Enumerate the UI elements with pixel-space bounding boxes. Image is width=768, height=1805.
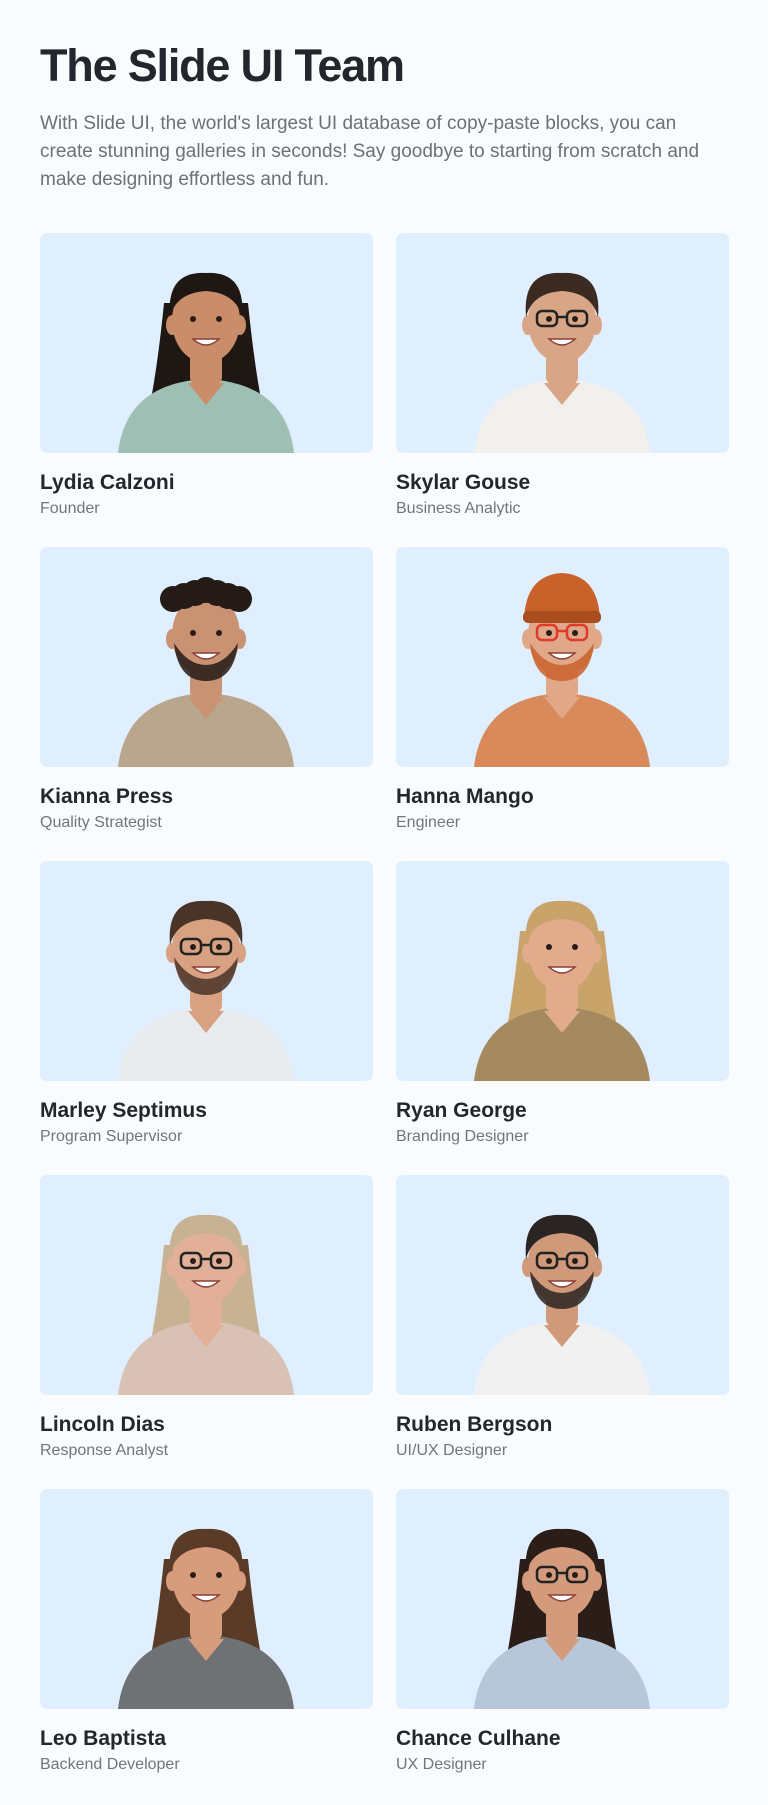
ear-shape <box>166 943 178 963</box>
eye-shape <box>546 1572 552 1578</box>
ear-shape <box>166 315 178 335</box>
ear-shape <box>234 943 246 963</box>
member-photo <box>396 547 729 767</box>
member-photo <box>40 861 373 1081</box>
eye-shape <box>190 1572 196 1578</box>
ear-shape <box>590 1257 602 1277</box>
eye-shape <box>190 630 196 636</box>
member-role: Response Analyst <box>40 1442 169 1459</box>
portrait-image <box>474 900 650 1081</box>
eye-shape <box>216 1572 222 1578</box>
ear-shape <box>166 1571 178 1591</box>
team-card[interactable]: Kianna Press Quality Strategist <box>40 547 373 834</box>
member-photo <box>396 1489 729 1709</box>
member-photo <box>396 1175 729 1395</box>
ear-shape <box>590 1571 602 1591</box>
eye-shape <box>572 944 578 950</box>
team-card[interactable]: Lydia Calzoni Founder <box>40 233 373 520</box>
eye-shape <box>572 316 578 322</box>
ear-shape <box>234 315 246 335</box>
member-name: Ruben Bergson <box>396 1413 553 1436</box>
eye-shape <box>190 944 196 950</box>
eye-shape <box>546 316 552 322</box>
member-role: Founder <box>40 500 100 517</box>
eye-shape <box>572 1572 578 1578</box>
ear-shape <box>522 1571 534 1591</box>
page-title: The Slide UI Team <box>40 40 405 91</box>
ear-shape <box>590 629 602 649</box>
eye-shape <box>216 316 222 322</box>
member-role: Quality Strategist <box>40 814 162 831</box>
eye-shape <box>572 1258 578 1264</box>
portrait-image <box>474 272 650 453</box>
member-name: Chance Culhane <box>396 1727 561 1750</box>
member-photo <box>40 1489 373 1709</box>
hair-curl <box>226 586 252 612</box>
member-photo <box>396 861 729 1081</box>
ear-shape <box>234 1571 246 1591</box>
member-photo <box>40 1175 373 1395</box>
team-card[interactable]: Marley Septimus Program Supervisor <box>40 861 373 1148</box>
team-section: The Slide UI Team With Slide UI, the wor… <box>0 0 768 1776</box>
ear-shape <box>234 629 246 649</box>
member-name: Marley Septimus <box>40 1099 207 1122</box>
member-role: Business Analytic <box>396 500 521 517</box>
portrait-image <box>118 577 294 767</box>
member-name: Lydia Calzoni <box>40 471 175 494</box>
team-card[interactable]: Ryan George Branding Designer <box>396 861 729 1148</box>
member-role: Engineer <box>396 814 461 831</box>
eye-shape <box>216 1258 222 1264</box>
team-card[interactable]: Lincoln Dias Response Analyst <box>40 1175 373 1462</box>
member-role: UX Designer <box>396 1756 487 1773</box>
member-name: Lincoln Dias <box>40 1413 165 1436</box>
team-grid: Lydia Calzoni Founder Skylar Gouse Busin… <box>40 233 729 1776</box>
member-name: Kianna Press <box>40 785 174 808</box>
eye-shape <box>190 316 196 322</box>
portrait-image <box>474 1214 650 1395</box>
eye-shape <box>216 944 222 950</box>
ear-shape <box>522 1257 534 1277</box>
portrait-image <box>118 1528 294 1709</box>
ear-shape <box>166 1257 178 1277</box>
member-role: Backend Developer <box>40 1756 180 1773</box>
member-role: Branding Designer <box>396 1128 529 1145</box>
ear-shape <box>522 943 534 963</box>
member-photo <box>40 547 373 767</box>
team-card[interactable]: Ruben Bergson UI/UX Designer <box>396 1175 729 1462</box>
ear-shape <box>234 1257 246 1277</box>
eye-shape <box>546 944 552 950</box>
eye-shape <box>190 1258 196 1264</box>
portrait-image <box>118 900 294 1081</box>
member-photo <box>396 233 729 453</box>
team-card[interactable]: Hanna Mango Engineer <box>396 547 729 834</box>
ear-shape <box>590 315 602 335</box>
member-name: Hanna Mango <box>396 785 534 808</box>
ear-shape <box>166 629 178 649</box>
eye-shape <box>572 630 578 636</box>
member-name: Leo Baptista <box>40 1727 167 1750</box>
eye-shape <box>546 630 552 636</box>
page-description: With Slide UI, the world's largest UI da… <box>40 113 700 190</box>
member-role: Program Supervisor <box>40 1128 183 1145</box>
portrait-image <box>118 1214 294 1395</box>
team-card[interactable]: Chance Culhane UX Designer <box>396 1489 729 1776</box>
portrait-image <box>118 272 294 453</box>
member-name: Ryan George <box>396 1099 527 1122</box>
eye-shape <box>216 630 222 636</box>
member-photo <box>40 233 373 453</box>
ear-shape <box>590 943 602 963</box>
member-role: UI/UX Designer <box>396 1442 508 1459</box>
team-card[interactable]: Leo Baptista Backend Developer <box>40 1489 373 1776</box>
team-card[interactable]: Skylar Gouse Business Analytic <box>396 233 729 520</box>
eye-shape <box>546 1258 552 1264</box>
beanie-band <box>523 611 601 623</box>
ear-shape <box>522 629 534 649</box>
portrait-image <box>474 1528 650 1709</box>
ear-shape <box>522 315 534 335</box>
member-name: Skylar Gouse <box>396 471 531 494</box>
portrait-image <box>474 573 650 767</box>
